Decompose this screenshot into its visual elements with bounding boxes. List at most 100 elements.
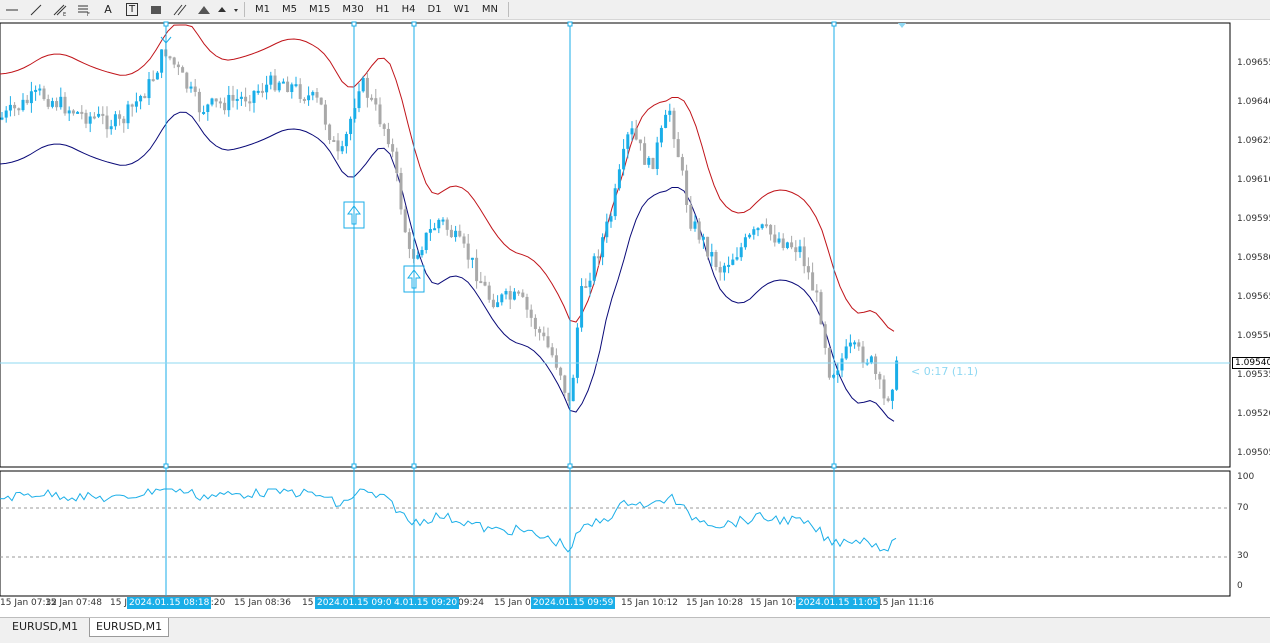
chart-shift-marker (898, 23, 906, 28)
candle-body (382, 124, 386, 129)
rectangle-icon[interactable] (144, 1, 168, 18)
candle-body (479, 281, 483, 284)
candle-body (475, 257, 479, 282)
candle-body (458, 230, 462, 237)
candle-body (92, 116, 96, 119)
candle-body (244, 96, 248, 102)
timeframe-d1[interactable]: D1 (422, 1, 448, 18)
trendline-icon[interactable] (24, 1, 48, 18)
candle-body (840, 358, 844, 371)
candle-body (512, 291, 516, 300)
timeframe-h4[interactable]: H4 (396, 1, 422, 18)
toolbar-separator-end (507, 2, 509, 17)
candle-body (302, 98, 306, 101)
candle-body (617, 169, 621, 189)
timeframe-m5[interactable]: M5 (276, 1, 303, 18)
candle-body (542, 332, 546, 337)
down-arrow-icon (160, 29, 172, 44)
gann-icon[interactable]: F (72, 1, 96, 18)
candle-body (727, 264, 731, 267)
candle-body (533, 317, 537, 330)
candle-body (97, 113, 101, 117)
candle-body (323, 104, 327, 125)
timeframe-m30[interactable]: M30 (336, 1, 369, 18)
candle-body (223, 102, 227, 111)
candle-body (101, 113, 105, 116)
candle-body (869, 356, 873, 363)
vline-handle-top (351, 21, 357, 27)
candle-body (38, 88, 42, 91)
candle-body (445, 219, 449, 230)
vline-handle-mid (163, 463, 169, 469)
candle-body (647, 157, 651, 165)
candle-body (882, 379, 886, 399)
vline-time-tag: 2024.01.15 09:05 (315, 597, 400, 609)
candle-body (500, 294, 504, 303)
timeframe-m1[interactable]: M1 (249, 1, 276, 18)
candle-body (386, 128, 390, 145)
price-label: 1.09655 (1237, 58, 1270, 68)
arrows-icon[interactable] (216, 1, 240, 18)
candle-body (584, 286, 588, 289)
candle-body (231, 94, 235, 101)
candle-body (126, 104, 130, 124)
candle-body (874, 356, 878, 374)
candle-body (580, 286, 584, 328)
price-label: 1.09580 (1237, 253, 1270, 263)
candle-body (218, 101, 222, 104)
channel-icon[interactable] (168, 1, 192, 18)
candle-body (235, 98, 239, 101)
candle-body (4, 110, 8, 118)
text-icon[interactable]: A (96, 1, 120, 18)
price-label: 1.09610 (1237, 175, 1270, 185)
candle-body (743, 237, 747, 248)
lower-band (0, 111, 895, 422)
candle-body (466, 243, 470, 260)
candle-body (29, 91, 33, 104)
candle-body (122, 118, 126, 124)
candle-body (622, 148, 626, 170)
timeframe-m15[interactable]: M15 (303, 1, 336, 18)
candle-body (714, 251, 718, 268)
candle-body (504, 291, 508, 295)
candle-body (71, 110, 75, 114)
main-pane-frame (0, 22, 1231, 468)
candle-body (722, 265, 726, 273)
candle-body (17, 108, 21, 111)
vertical-lines (163, 21, 837, 596)
price-chart[interactable] (0, 19, 1270, 617)
vline-time-tag: 4.01.15 09:20 (392, 597, 460, 609)
timeframe-h1[interactable]: H1 (370, 1, 396, 18)
candle-body (575, 327, 579, 378)
vline-handle-top (163, 21, 169, 27)
chart-tabs: EURUSD,M1 EURUSD,M1 (0, 617, 1270, 643)
signal-arrows (160, 29, 425, 293)
toolbar: E F A T M1 M5 M15 M30 H1 H4 D1 W1 MN (0, 0, 1270, 20)
candle-body (752, 229, 756, 235)
price-label: 1.09565 (1237, 292, 1270, 302)
fibonacci-icon[interactable]: E (48, 1, 72, 18)
triangle-icon[interactable] (192, 1, 216, 18)
candle-body (836, 370, 840, 375)
candle-body (227, 94, 231, 111)
text-label-icon[interactable]: T (120, 1, 144, 18)
candle-body (563, 375, 567, 393)
candle-body (46, 99, 50, 107)
rsi-label: 100 (1237, 472, 1255, 482)
candle-body (416, 255, 420, 259)
candle-body (59, 96, 63, 108)
timeframe-mn[interactable]: MN (476, 1, 504, 18)
candle-body (525, 296, 529, 310)
candle-body (374, 98, 378, 105)
candle-body (273, 75, 277, 91)
upper-band (0, 24, 895, 332)
candle-body (483, 281, 487, 286)
timeframe-w1[interactable]: W1 (448, 1, 476, 18)
candle-body (349, 118, 353, 135)
candle-body (21, 99, 25, 111)
tab-eurusd-m1-1[interactable]: EURUSD,M1 (6, 618, 84, 636)
candle-body (529, 309, 533, 318)
tab-eurusd-m1-2[interactable]: EURUSD,M1 (89, 618, 170, 637)
candle-body (370, 97, 374, 100)
crosshair-icon[interactable] (0, 1, 24, 18)
